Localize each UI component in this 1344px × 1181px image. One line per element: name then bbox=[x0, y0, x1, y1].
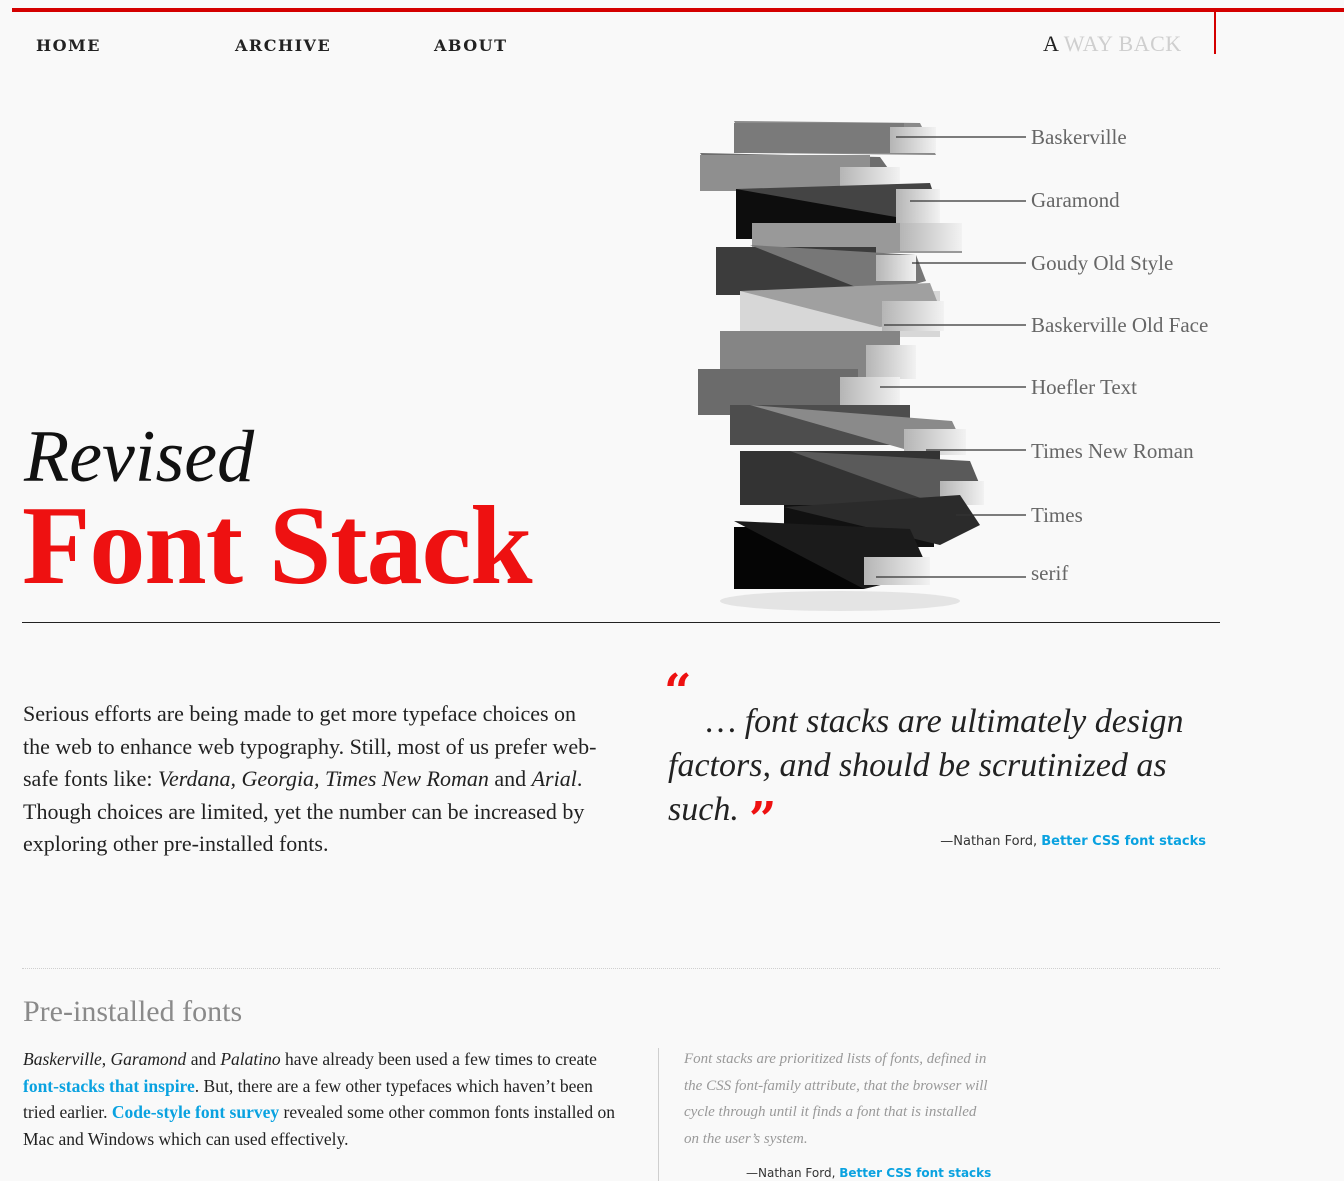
title-font-stack: Font Stack bbox=[22, 484, 533, 608]
font-name-palatino: Palatino bbox=[220, 1049, 281, 1069]
font-label-baskerville: Baskerville bbox=[1031, 125, 1127, 149]
font-label-baskerville-old-face: Baskerville Old Face bbox=[1031, 313, 1209, 337]
pull-quote-attribution: —Nathan Ford, Better CSS font stacks bbox=[940, 834, 1206, 849]
font-name-baskerville: Baskerville bbox=[23, 1049, 102, 1069]
sidenote-quote: Font stacks are prioritized lists of fon… bbox=[684, 1051, 988, 1147]
nav-home-link[interactable]: HOME bbox=[36, 36, 101, 55]
intro-fonts-list: Verdana, Georgia, Times New Roman bbox=[158, 766, 489, 791]
font-label-times-new-roman: Times New Roman bbox=[1031, 439, 1194, 463]
title-divider bbox=[22, 622, 1220, 623]
section-divider bbox=[22, 968, 1220, 969]
code-style-font-survey-link[interactable]: Code-style font survey bbox=[112, 1102, 279, 1122]
pull-quote-text: … font stacks are ultimately design fact… bbox=[668, 703, 1184, 828]
nav-about-link[interactable]: ABOUT bbox=[434, 36, 508, 55]
section-heading: Pre-installed fonts bbox=[23, 995, 243, 1028]
section-text-3: have already been used a few times to cr… bbox=[280, 1049, 597, 1069]
sidenote-rule bbox=[658, 1048, 659, 1181]
header-vertical-rule bbox=[1214, 12, 1216, 54]
way-back-link[interactable]: A WAY BACK bbox=[1043, 31, 1182, 57]
top-accent-bar bbox=[12, 8, 1344, 12]
intro-text-2: and bbox=[488, 766, 532, 791]
sidenote-author: —Nathan Ford, bbox=[746, 1166, 840, 1180]
way-back-rest: WAY BACK bbox=[1058, 31, 1182, 56]
way-back-initial: A bbox=[1043, 31, 1059, 56]
close-quote-mark: ” bbox=[748, 792, 777, 848]
better-css-font-stacks-link[interactable]: Better CSS font stacks bbox=[1041, 834, 1206, 849]
attribution-author: —Nathan Ford, bbox=[940, 834, 1042, 849]
font-label-goudy-old-style: Goudy Old Style bbox=[1031, 251, 1174, 275]
font-label-serif: serif bbox=[1031, 561, 1069, 585]
font-label-times: Times bbox=[1031, 503, 1083, 527]
font-label-hoefler-text: Hoefler Text bbox=[1031, 375, 1138, 399]
section-text-2: and bbox=[186, 1049, 221, 1069]
font-stacks-that-inspire-link[interactable]: font-stacks that inspire bbox=[23, 1076, 195, 1096]
sidenote-attribution: —Nathan Ford, Better CSS font stacks bbox=[746, 1166, 991, 1180]
book-stack-image bbox=[698, 121, 1026, 611]
nav-archive-link[interactable]: ARCHIVE bbox=[235, 36, 331, 55]
font-stack-illustration: Baskerville Garamond Goudy Old Style Bas… bbox=[690, 105, 1250, 625]
font-label-garamond: Garamond bbox=[1031, 188, 1120, 212]
pull-quote: … font stacks are ultimately design fact… bbox=[668, 700, 1228, 844]
section-paragraph: Baskerville, Garamond and Palatino have … bbox=[23, 1046, 623, 1152]
intro-paragraph: Serious efforts are being made to get mo… bbox=[23, 698, 603, 861]
font-name-garamond: Garamond bbox=[110, 1049, 187, 1069]
intro-font-arial: Arial bbox=[531, 766, 577, 791]
title-revised: Revised bbox=[24, 416, 255, 498]
sidenote-better-css-font-stacks-link[interactable]: Better CSS font stacks bbox=[839, 1166, 991, 1180]
